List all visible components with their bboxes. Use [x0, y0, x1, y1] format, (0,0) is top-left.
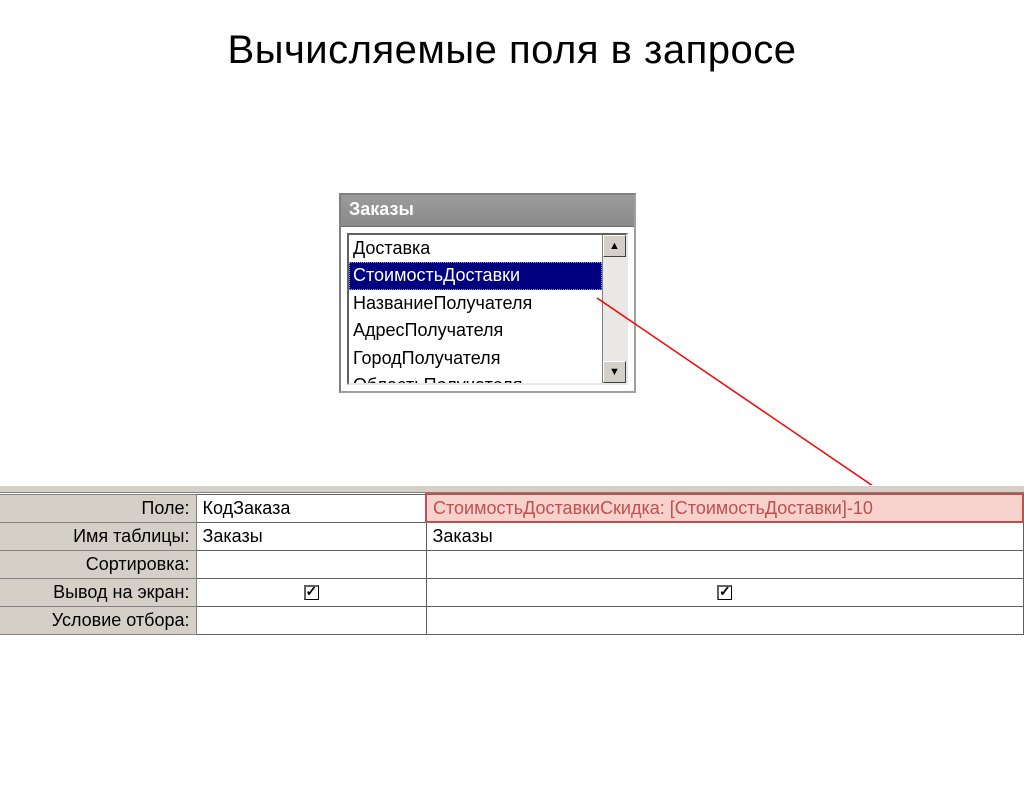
- table-window-title: Заказы: [341, 195, 634, 227]
- show-cell[interactable]: [426, 578, 1023, 606]
- grid-top-border: [0, 485, 1024, 493]
- list-item[interactable]: ГородПолучателя: [349, 345, 602, 372]
- list-item[interactable]: СтоимостьДоставки: [349, 262, 602, 289]
- table-fields-window: Заказы Доставка СтоимостьДоставки Назван…: [339, 193, 636, 393]
- table-cell[interactable]: Заказы: [196, 522, 426, 550]
- list-item[interactable]: АдресПолучателя: [349, 317, 602, 344]
- slide-title: Вычисляемые поля в запросе: [0, 28, 1024, 73]
- criteria-cell[interactable]: [196, 606, 426, 634]
- design-grid-table: Поле: КодЗаказа СтоимостьДоставкиСкидка:…: [0, 493, 1024, 635]
- checkbox-checked-icon[interactable]: [717, 585, 732, 600]
- row-label-sort: Сортировка:: [0, 550, 196, 578]
- row-label-table: Имя таблицы:: [0, 522, 196, 550]
- show-cell[interactable]: [196, 578, 426, 606]
- criteria-cell[interactable]: [426, 606, 1023, 634]
- field-cell[interactable]: СтоимостьДоставкиСкидка: [СтоимостьДоста…: [426, 494, 1023, 522]
- table-fields-body: Доставка СтоимостьДоставки НазваниеПолуч…: [347, 233, 628, 385]
- annotation-arrow: [595, 296, 925, 516]
- query-design-grid: Поле: КодЗаказа СтоимостьДоставкиСкидка:…: [0, 485, 1024, 635]
- fields-list[interactable]: Доставка СтоимостьДоставки НазваниеПолуч…: [349, 235, 602, 383]
- row-label-criteria: Условие отбора:: [0, 606, 196, 634]
- scroll-up-button[interactable]: ▲: [603, 235, 626, 257]
- list-item[interactable]: Доставка: [349, 235, 602, 262]
- row-label-show: Вывод на экран:: [0, 578, 196, 606]
- list-item[interactable]: НазваниеПолучателя: [349, 290, 602, 317]
- field-cell[interactable]: КодЗаказа: [196, 494, 426, 522]
- sort-cell[interactable]: [426, 550, 1023, 578]
- list-item[interactable]: ОбластьПолучателя: [349, 372, 602, 383]
- scrollbar[interactable]: ▲ ▼: [602, 235, 626, 383]
- sort-cell[interactable]: [196, 550, 426, 578]
- row-label-field: Поле:: [0, 494, 196, 522]
- scroll-track[interactable]: [603, 257, 626, 361]
- scroll-down-button[interactable]: ▼: [603, 361, 626, 383]
- table-cell[interactable]: Заказы: [426, 522, 1023, 550]
- checkbox-checked-icon[interactable]: [304, 585, 319, 600]
